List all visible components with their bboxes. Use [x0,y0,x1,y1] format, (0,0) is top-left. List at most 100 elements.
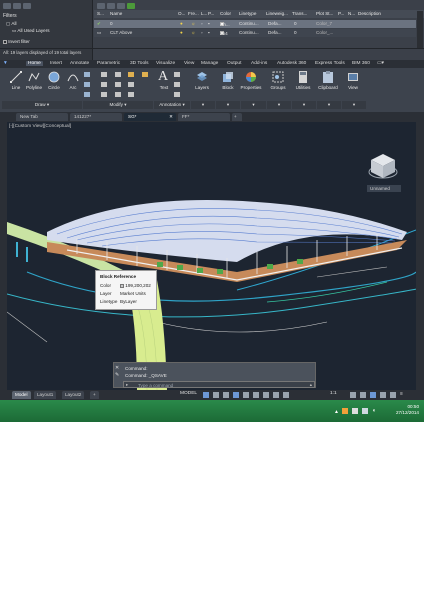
block-panel-expand[interactable]: ▾ [216,101,240,109]
col-color[interactable]: Color [220,11,231,16]
printer-icon[interactable]: ▪ [208,21,210,26]
tab-add-ins[interactable]: Add-ins [251,61,267,66]
isolate-objects-icon[interactable] [370,392,376,398]
text-button[interactable]: A Text [154,70,174,93]
view-panel-expand[interactable]: ▾ [342,101,366,109]
modify-extra-icon[interactable] [142,72,148,77]
tab-express-tools[interactable]: Express Tools [315,61,345,66]
clipboard-button[interactable]: Clipboard [318,71,338,93]
doc-tab-ff[interactable]: FF* [178,113,230,121]
tab-annotate[interactable]: Annotate [70,61,89,66]
command-input-box[interactable]: ▸ ▴ [123,381,315,388]
move-icon[interactable] [84,72,90,77]
group-filter-icon[interactable] [13,3,21,9]
tab-insert[interactable]: Insert [50,61,62,66]
new-doc-tab-button[interactable]: + [232,113,242,121]
utilities-panel-expand[interactable]: ▾ [292,101,316,109]
layer-transparency[interactable]: 0 [294,21,297,26]
sun-icon[interactable]: ☼ [191,30,195,35]
layer-table-scrollbar[interactable] [417,11,423,48]
tab-home[interactable]: Home [26,61,43,66]
offset-icon[interactable] [128,92,134,97]
col-lock[interactable]: L... [201,11,207,16]
lightbulb-icon[interactable]: ● [180,30,183,35]
printer-icon[interactable]: ▪ [208,30,210,35]
tab-output[interactable]: Output [227,61,241,66]
annotation-monitor-icon[interactable] [360,392,366,398]
layer-row[interactable]: ▭ CLT Above ● ☼ ▫ ▪ 254 Continu... Defa.… [94,29,416,37]
copy-icon[interactable] [84,82,90,87]
filter-tree-all[interactable]: ▢ All [6,21,16,27]
col-plot-icon[interactable]: P... [208,11,214,16]
leader-icon[interactable] [174,82,180,87]
table-icon[interactable] [174,92,180,97]
delete-layer-icon[interactable] [117,3,125,9]
modify-panel-title[interactable]: Modify ▾ [83,101,153,109]
add-layout-button[interactable]: + [90,391,99,399]
selection-cycling-icon[interactable] [283,392,289,398]
tray-arrow-icon[interactable]: ▲ [334,409,339,415]
lightbulb-icon[interactable]: ● [180,21,183,26]
ortho-icon[interactable] [223,392,229,398]
col-transparency[interactable]: Trans... [292,11,307,16]
layer-states-icon[interactable] [23,3,31,9]
viewport-controls[interactable]: [-][Custom View][Conceptual] [9,124,71,129]
command-input[interactable] [138,382,288,388]
block-button[interactable]: Block [218,71,238,93]
set-current-icon[interactable] [127,3,135,9]
close-icon[interactable]: ✕ [115,365,119,371]
polar-icon[interactable] [233,392,239,398]
invert-filter-checkbox[interactable]: Invert filter [3,39,30,44]
dimension-icon[interactable] [174,72,180,77]
workspace-icon[interactable] [350,392,356,398]
lock-icon[interactable]: ▫ [201,21,203,26]
col-new-vp-freeze[interactable]: N... [348,11,355,16]
col-on[interactable]: O... [178,11,185,16]
snap-icon[interactable] [213,392,219,398]
doc-tab-new[interactable]: New Tab [16,113,68,121]
layout-tab-model[interactable]: Model [12,391,31,399]
layer-transparency[interactable]: 0 [294,30,297,35]
arc-button[interactable]: Arc [63,71,83,93]
trim-icon[interactable] [115,72,121,77]
model-viewport[interactable]: Unnamed [7,122,416,390]
groups-panel-expand[interactable]: ▾ [267,101,291,109]
col-status[interactable]: S... [97,11,104,16]
tray-app-icon[interactable] [342,408,348,414]
layer-linetype[interactable]: Continu... [239,21,259,26]
layer-plot-style[interactable]: Color_... [316,30,333,35]
doc-tab-141227[interactable]: 141227* [70,113,122,121]
viewcube[interactable] [368,152,398,182]
chevron-up-icon[interactable]: ▴ [310,382,312,388]
tab-manage[interactable]: Manage [201,61,218,66]
col-lineweight[interactable]: Lineweig... [266,11,288,16]
stretch-icon[interactable] [84,92,90,97]
erase-icon[interactable] [128,72,134,77]
volume-icon[interactable]: ◖ [372,408,376,414]
col-plot-style[interactable]: Plot St... [316,11,333,16]
tab-autodesk-360[interactable]: Autodesk 360 [277,61,306,66]
layer-name[interactable]: CLT Above [110,30,132,35]
new-vp-frozen-layer-icon[interactable] [107,3,115,9]
rotate-icon[interactable] [101,72,107,77]
annotation-scale[interactable]: 1:1 [330,391,337,396]
doc-tab-sg[interactable]: SG* ✕ [124,113,176,121]
tab-parametric[interactable]: Parametric [97,61,120,66]
transparency-icon[interactable] [273,392,279,398]
new-layer-icon[interactable] [97,3,105,9]
col-name[interactable]: Name [110,11,122,16]
mirror-icon[interactable] [101,82,107,87]
clean-screen-icon[interactable] [390,392,396,398]
draw-panel-title[interactable]: Draw ▾ [2,101,82,109]
tab-3d-tools[interactable]: 3D Tools [130,61,149,66]
layer-row[interactable]: ✔ 0 ● ☼ ▫ ▪ wh... Continu... Defa... 0 C… [94,20,416,28]
fillet-icon[interactable] [115,82,121,87]
tab-bim-360[interactable]: BIM 360 [352,61,370,66]
annotation-panel-title[interactable]: Annotation ▾ [154,101,190,109]
explode-icon[interactable] [128,82,134,87]
hardware-acceleration-icon[interactable] [380,392,386,398]
model-space-toggle[interactable]: MODEL [180,391,197,396]
osnap-icon[interactable] [243,392,249,398]
layout-tab-layout2[interactable]: Layout2 [62,391,85,399]
properties-panel-expand[interactable]: ▾ [241,101,266,109]
